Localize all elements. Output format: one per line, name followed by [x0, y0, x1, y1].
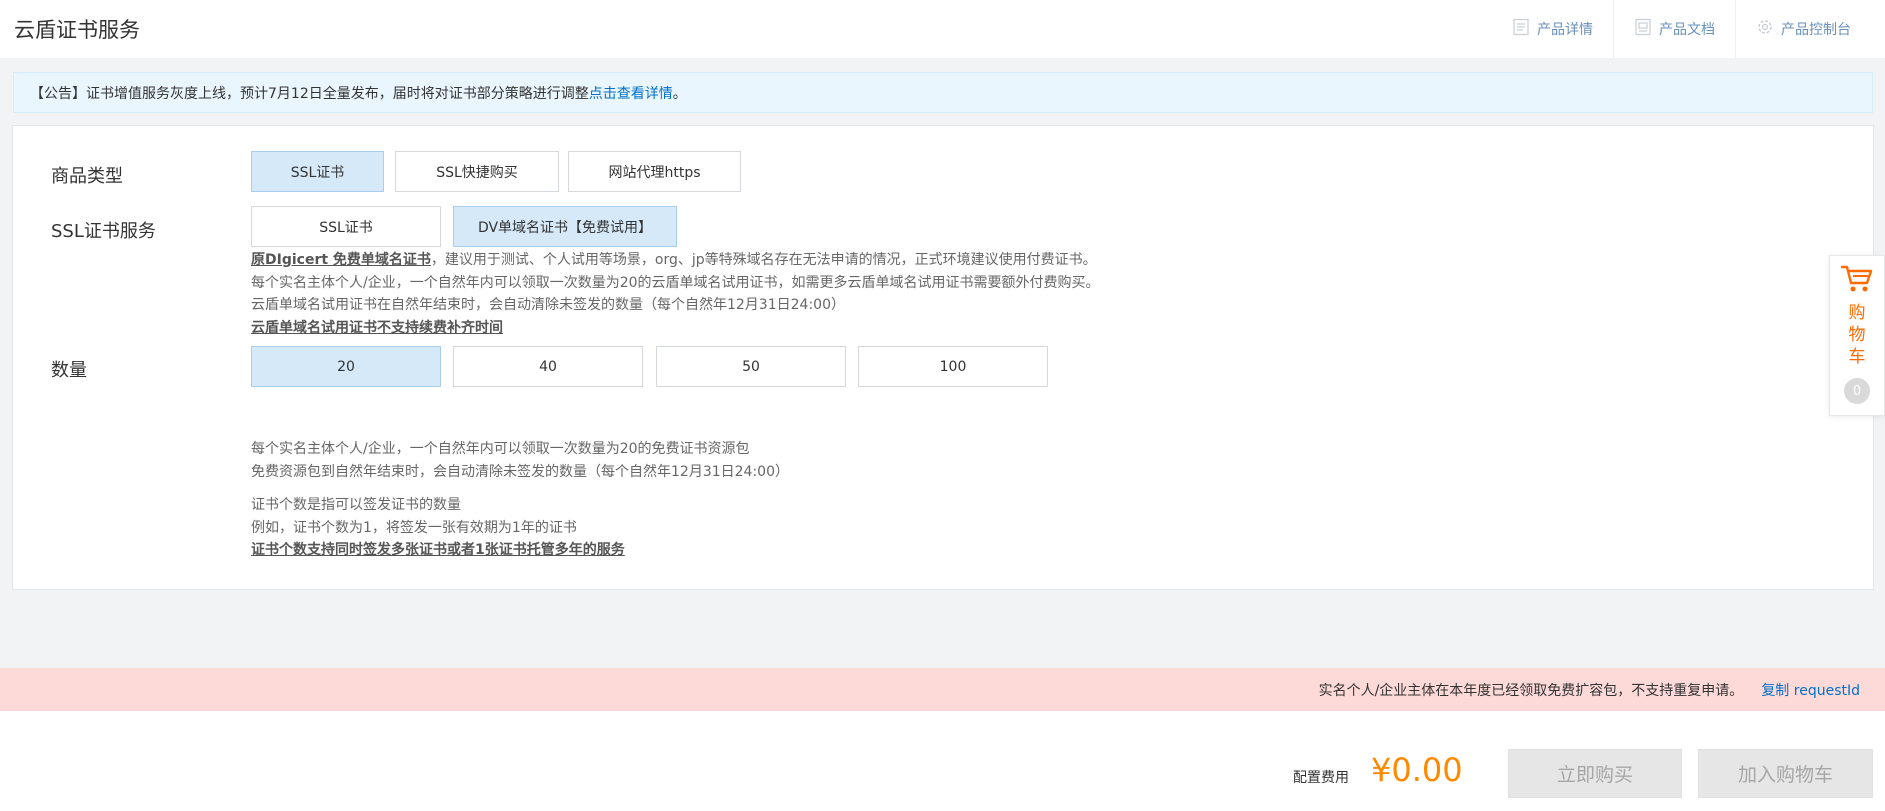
fee-label: 配置费用: [1293, 770, 1349, 786]
add-to-cart-button[interactable]: 加入购物车: [1698, 749, 1873, 798]
ssl-service-option-ssl[interactable]: SSL证书: [251, 206, 441, 247]
quantity-desc-line-5: 证书个数支持同时签发多张证书或者1张证书托管多年的服务: [251, 542, 625, 558]
product-docs-link[interactable]: 产品文档: [1613, 0, 1735, 58]
fee-value: ¥0.00: [1371, 751, 1463, 789]
cart-count-badge: 0: [1844, 378, 1870, 404]
announcement-bar: 【公告】证书增值服务灰度上线，预计7月12日全量发布，届时将对证书部分策略进行调…: [13, 72, 1873, 113]
announcement-suffix: 。: [672, 85, 687, 102]
ssl-desc-line-4: 云盾单域名试用证书不支持续费补齐时间: [251, 319, 503, 336]
product-type-label: 商品类型: [51, 166, 123, 187]
error-message-text: 实名个人/企业主体在本年度已经领取免费扩容包，不支持重复申请。: [1318, 682, 1744, 699]
ssl-desc-line-1: 原DIgicert 免费单域名证书，建议用于测试、个人试用等场景，org、jp等…: [251, 249, 1100, 272]
quantity-option-40[interactable]: 40: [453, 346, 643, 387]
quantity-desc-line-2: 免费资源包到自然年结束时，会自动清除未签发的数量（每个自然年12月31日24:0…: [251, 463, 789, 480]
cart-label: 购物车: [1848, 303, 1866, 367]
product-details-link[interactable]: 产品详情: [1492, 0, 1613, 58]
quantity-desc-line-4: 例如，证书个数为1，将签发一张有效期为1年的证书: [251, 519, 577, 536]
quantity-option-20[interactable]: 20: [251, 346, 441, 387]
page-title: 云盾证书服务: [14, 18, 140, 42]
quantity-option-50[interactable]: 50: [656, 346, 846, 387]
copy-request-id-link[interactable]: 复制 requestId: [1761, 680, 1860, 700]
gear-icon: [1756, 18, 1774, 40]
shopping-cart-icon: [1840, 264, 1874, 298]
order-footer: 配置费用 ¥0.00 立即购买 加入购物车: [0, 711, 1885, 811]
quantity-label: 数量: [51, 360, 87, 381]
buy-now-button[interactable]: 立即购买: [1508, 749, 1682, 798]
ssl-desc-line-1-text: ，建议用于测试、个人试用等场景，org、jp等特殊域名存在无法申请的情况，正式环…: [430, 252, 1097, 268]
announcement-text: 【公告】证书增值服务灰度上线，预计7月12日全量发布，届时将对证书部分策略进行调…: [30, 85, 589, 102]
error-message-bar: 实名个人/企业主体在本年度已经领取免费扩容包，不支持重复申请。 复制 reque…: [0, 668, 1885, 711]
quantity-description-1: 每个实名主体个人/企业，一个自然年内可以领取一次数量为20的免费证书资源包 免费…: [251, 438, 789, 483]
ssl-desc-line-3: 云盾单域名试用证书在自然年结束时，会自动清除未签发的数量（每个自然年12月31日…: [251, 297, 845, 313]
floating-cart[interactable]: 购物车 0: [1829, 255, 1885, 416]
doc-icon: [1634, 18, 1652, 40]
product-console-link[interactable]: 产品控制台: [1735, 0, 1871, 58]
product-type-option-ssl-quick[interactable]: SSL快捷购买: [395, 151, 559, 192]
header-links: 产品详情 产品文档 产品控制台: [1492, 0, 1871, 58]
product-type-option-ssl[interactable]: SSL证书: [251, 151, 384, 192]
digicert-free-link-text: 原DIgicert 免费单域名证书: [251, 252, 431, 268]
quantity-desc-line-3: 证书个数是指可以签发证书的数量: [251, 497, 461, 513]
product-console-label: 产品控制台: [1781, 22, 1851, 38]
ssl-service-option-dv-free[interactable]: DV单域名证书【免费试用】: [453, 206, 677, 247]
product-details-label: 产品详情: [1537, 22, 1593, 38]
top-header: 云盾证书服务 产品详情 产品文档 产品控制台: [0, 0, 1885, 58]
document-list-icon: [1512, 18, 1530, 40]
ssl-service-description: 原DIgicert 免费单域名证书，建议用于测试、个人试用等场景，org、jp等…: [251, 249, 1100, 339]
quantity-description-2: 证书个数是指可以签发证书的数量 例如，证书个数为1，将签发一张有效期为1年的证书…: [251, 494, 625, 562]
config-card: 商品类型 SSL证书 SSL快捷购买 网站代理https SSL证书服务 SSL…: [12, 125, 1874, 590]
quantity-option-100[interactable]: 100: [858, 346, 1048, 387]
quantity-desc-line-1: 每个实名主体个人/企业，一个自然年内可以领取一次数量为20的免费证书资源包: [251, 441, 750, 457]
product-type-option-proxy-https[interactable]: 网站代理https: [568, 151, 741, 192]
ssl-service-label: SSL证书服务: [51, 221, 156, 242]
product-docs-label: 产品文档: [1659, 22, 1715, 38]
announcement-details-link[interactable]: 点击查看详情: [589, 83, 673, 103]
ssl-desc-line-2: 每个实名主体个人/企业，一个自然年内可以领取一次数量为20的云盾单域名试用证书，…: [251, 274, 1100, 291]
